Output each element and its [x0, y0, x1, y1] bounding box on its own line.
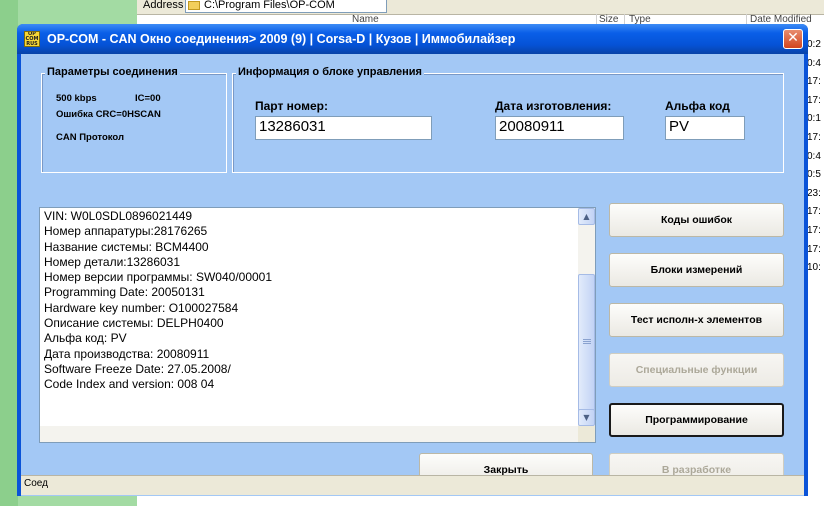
opcom-window: OP COM RUS OP-COM - CAN Окно соединения>…	[17, 24, 808, 496]
status-bar: Соед	[21, 475, 804, 495]
time-cell: 17:	[807, 206, 821, 218]
connection-params-title: Параметры соединения	[45, 66, 180, 78]
title-bar[interactable]: OP COM RUS OP-COM - CAN Окно соединения>…	[17, 24, 808, 54]
scroll-down-button[interactable]: ▼	[578, 409, 595, 426]
time-cell: 0:1	[807, 113, 821, 125]
protocol-text: CAN Протокол	[56, 132, 124, 143]
horizontal-scrollbar[interactable]	[40, 426, 578, 442]
scroll-corner	[578, 426, 595, 442]
ecu-info-listbox[interactable]: VIN: W0L0SDL0896021449 Номер аппаратуры:…	[39, 207, 596, 443]
folder-icon	[188, 1, 200, 10]
list-item: Programming Date: 20050131	[44, 285, 205, 300]
time-cell: 17:	[807, 224, 821, 236]
time-cell: 0:5	[807, 169, 821, 181]
explorer-time-column: 0:2 0:4 17: 17: 0:1 17: 0:4 0:5 23: 17: …	[807, 36, 824, 278]
address-path: C:\Program Files\OP-COM	[204, 0, 335, 11]
time-cell: 17:	[807, 94, 821, 106]
manufacture-date-field[interactable]: 20080911	[495, 116, 624, 140]
opcom-app-icon: OP COM RUS	[24, 31, 40, 47]
measure-blocks-button[interactable]: Блоки измерений	[609, 253, 784, 287]
desktop-strip	[0, 0, 18, 506]
list-item: Номер аппаратуры:28176265	[44, 224, 208, 239]
scroll-thumb[interactable]	[578, 274, 595, 414]
connection-ic: IC=00	[135, 93, 161, 104]
programming-button[interactable]: Программирование	[609, 403, 784, 437]
address-label: Address	[143, 0, 184, 11]
info-lines: VIN: W0L0SDL0896021449 Номер аппаратуры:…	[44, 209, 569, 393]
time-cell: 0:2	[807, 39, 821, 50]
window-client-area: Параметры соединения 500 kbps IC=00 Ошиб…	[21, 54, 804, 496]
list-item: Hardware key number: O100027584	[44, 300, 239, 315]
time-cell: 17:	[807, 131, 821, 143]
crc-error-text: Ошибка CRC=0HSCAN	[56, 109, 161, 120]
time-cell: 17:	[807, 243, 821, 255]
list-item: Code Index and version: 008 04	[44, 377, 215, 392]
time-cell: 0:4	[807, 150, 821, 162]
list-item: Номер версии программы: SW040/00001	[44, 270, 273, 285]
address-field[interactable]: C:\Program Files\OP-COM	[185, 0, 387, 13]
list-item: Название системы: BCM4400	[44, 239, 209, 254]
list-item: Software Freeze Date: 27.05.2008/	[44, 361, 231, 376]
connection-speed: 500 kbps	[56, 93, 97, 104]
error-codes-button[interactable]: Коды ошибок	[609, 203, 784, 237]
list-item: Номер детали:13286031	[44, 254, 181, 269]
unit-info-group: Информация о блоке управления Парт номер…	[232, 66, 784, 173]
close-window-button[interactable]: ✕	[783, 29, 803, 49]
status-text: Соед	[24, 478, 48, 489]
actuator-test-button[interactable]: Тест исполн-х элементов	[609, 303, 784, 337]
time-cell: 10:	[807, 262, 821, 274]
list-item: Альфа код: PV	[44, 331, 127, 346]
connection-params-group: Параметры соединения 500 kbps IC=00 Ошиб…	[41, 66, 227, 173]
part-number-label: Парт номер:	[255, 99, 328, 113]
list-item: VIN: W0L0SDL0896021449	[44, 209, 193, 223]
explorer-address-bar: Address C:\Program Files\OP-COM	[137, 0, 824, 15]
time-cell: 0:4	[807, 57, 821, 69]
list-item: Дата производства: 20080911	[44, 346, 210, 361]
list-item: Описание системы: DELPH0400	[44, 316, 224, 331]
alpha-code-label: Альфа код	[665, 99, 730, 113]
time-cell: 23:	[807, 187, 821, 199]
vertical-scrollbar[interactable]: ▲ ▼	[578, 208, 595, 426]
special-functions-button[interactable]: Специальные функции	[609, 353, 784, 387]
window-title: OP-COM - CAN Окно соединения> 2009 (9) |…	[47, 32, 516, 46]
scroll-up-button[interactable]: ▲	[578, 208, 595, 225]
time-cell: 17:	[807, 76, 821, 88]
alpha-code-field[interactable]: PV	[665, 116, 745, 140]
part-number-field[interactable]: 13286031	[255, 116, 432, 140]
unit-info-title: Информация о блоке управления	[236, 66, 424, 78]
manufacture-date-label: Дата изготовления:	[495, 99, 612, 113]
